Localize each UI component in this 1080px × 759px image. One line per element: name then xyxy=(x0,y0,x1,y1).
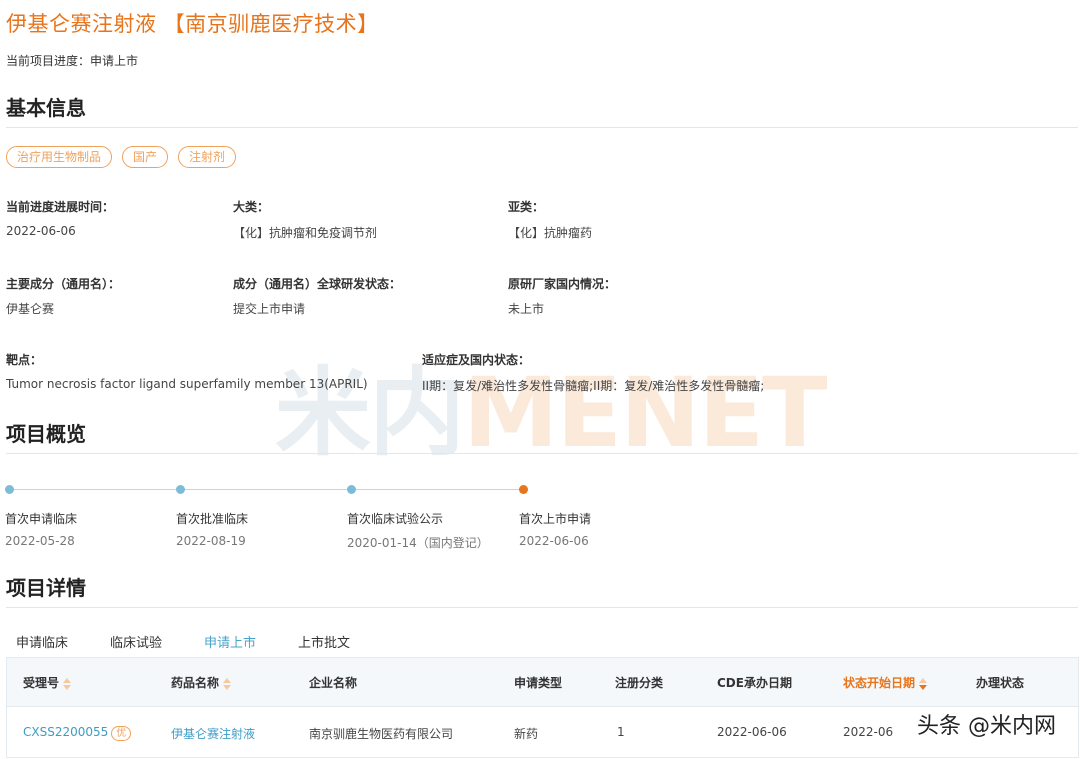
field-value-subcategory: 【化】抗肿瘤药 xyxy=(508,226,593,240)
milestone-name: 首次批准临床 xyxy=(176,512,249,526)
field-label-category: 大类： xyxy=(233,200,270,214)
field-label-main-ingredient: 主要成分（通用名）： xyxy=(6,277,121,291)
project-progress: 当前项目进度：申请上市 xyxy=(6,54,139,68)
details-heading: 项目详情 xyxy=(6,576,86,600)
column-header-status-date[interactable]: 状态开始日期 xyxy=(843,674,928,691)
column-label: 状态开始日期 xyxy=(843,676,916,690)
accept-no-cell[interactable]: CXSS2200055 优 xyxy=(23,725,132,741)
footer-watermark: 头条 @米内网 xyxy=(917,714,1056,739)
column-header-company: 企业名称 xyxy=(309,676,358,690)
column-header-cde-date: CDE承办日期 xyxy=(717,676,792,690)
priority-badge: 优 xyxy=(111,726,132,741)
column-header-reg-class: 注册分类 xyxy=(615,676,664,690)
page-title: 伊基仑赛注射液 【南京驯鹿医疗技术】 xyxy=(6,12,379,36)
milestone-name: 首次上市申请 xyxy=(519,512,592,526)
field-value-progress-date: 2022-06-06 xyxy=(6,224,76,238)
field-label-subcategory: 亚类： xyxy=(508,200,545,214)
milestone-date: 2020-01-14（国内登记） xyxy=(347,536,489,550)
column-header-accept-no[interactable]: 受理号 xyxy=(23,674,72,691)
field-value-global-status: 提交上市申请 xyxy=(233,302,306,316)
tag-injection: 注射剂 xyxy=(178,146,237,168)
field-value-indication: II期：复发/难治性多发性骨髓瘤;II期：复发/难治性多发性骨髓瘤; xyxy=(422,379,765,393)
tab-market-application[interactable]: 申请上市 xyxy=(204,632,257,659)
column-header-status: 办理状态 xyxy=(976,676,1025,690)
overview-heading: 项目概览 xyxy=(6,422,86,446)
tab-clinical-trial[interactable]: 临床试验 xyxy=(110,632,162,659)
status-date-cell: 2022-06 xyxy=(843,725,894,739)
field-label-target: 靶点： xyxy=(6,353,43,367)
milestone-date: 2022-08-19 xyxy=(176,534,246,548)
field-value-originator-status: 未上市 xyxy=(508,302,545,316)
column-header-drug-name[interactable]: 药品名称 xyxy=(171,674,232,691)
field-label-originator-status: 原研厂家国内情况： xyxy=(508,277,617,291)
tab-clinical-application[interactable]: 申请临床 xyxy=(16,632,68,659)
divider xyxy=(6,453,1078,454)
field-label-indication: 适应症及国内状态： xyxy=(422,353,531,367)
column-label: 受理号 xyxy=(23,676,60,690)
tag-biologic: 治疗用生物制品 xyxy=(6,146,113,168)
timeline-dot-current xyxy=(519,485,528,494)
reg-class-cell: 1 xyxy=(617,725,625,739)
details-tabs: 申请临床 临床试验 申请上市 上市批文 xyxy=(16,632,350,659)
tag-domestic: 国产 xyxy=(122,146,169,168)
timeline-dot xyxy=(176,485,185,494)
field-value-category: 【化】抗肿瘤和免疫调节剂 xyxy=(233,226,378,240)
milestone-name: 首次临床试验公示 xyxy=(347,512,444,526)
timeline-dot xyxy=(5,485,14,494)
field-value-target: Tumor necrosis factor ligand superfamily… xyxy=(6,377,368,391)
divider xyxy=(6,607,1078,608)
tag-list: 治疗用生物制品 国产 注射剂 xyxy=(6,146,237,168)
tab-market-approval[interactable]: 上市批文 xyxy=(298,632,350,659)
app-type-cell: 新药 xyxy=(514,727,539,741)
drug-name-link[interactable]: 伊基仑赛注射液 xyxy=(171,725,255,742)
sort-desc-icon[interactable] xyxy=(919,677,928,690)
basic-info-heading: 基本信息 xyxy=(6,96,86,120)
milestone-date: 2022-05-28 xyxy=(5,534,75,548)
company-cell: 南京驯鹿生物医药有限公司 xyxy=(309,727,454,741)
cde-date-cell: 2022-06-06 xyxy=(717,725,787,739)
column-header-app-type: 申请类型 xyxy=(514,676,563,690)
field-label-progress-date: 当前进度进展时间： xyxy=(6,200,115,214)
milestone-name: 首次申请临床 xyxy=(5,512,78,526)
sort-icon[interactable] xyxy=(223,677,232,690)
timeline-line xyxy=(10,489,524,490)
milestone-date: 2022-06-06 xyxy=(519,534,589,548)
timeline-dot xyxy=(347,485,356,494)
field-label-global-status: 成分（通用名）全球研发状态： xyxy=(233,277,402,291)
sort-icon[interactable] xyxy=(63,677,72,690)
table-header: 受理号 药品名称 企业名称 申请类型 注册分类 CDE承办日期 状态开始日期 办… xyxy=(7,658,1078,707)
column-label: 药品名称 xyxy=(171,676,220,690)
field-value-main-ingredient: 伊基仑赛 xyxy=(6,302,55,316)
divider xyxy=(6,127,1078,128)
accept-no-link[interactable]: CXSS2200055 xyxy=(23,725,108,739)
